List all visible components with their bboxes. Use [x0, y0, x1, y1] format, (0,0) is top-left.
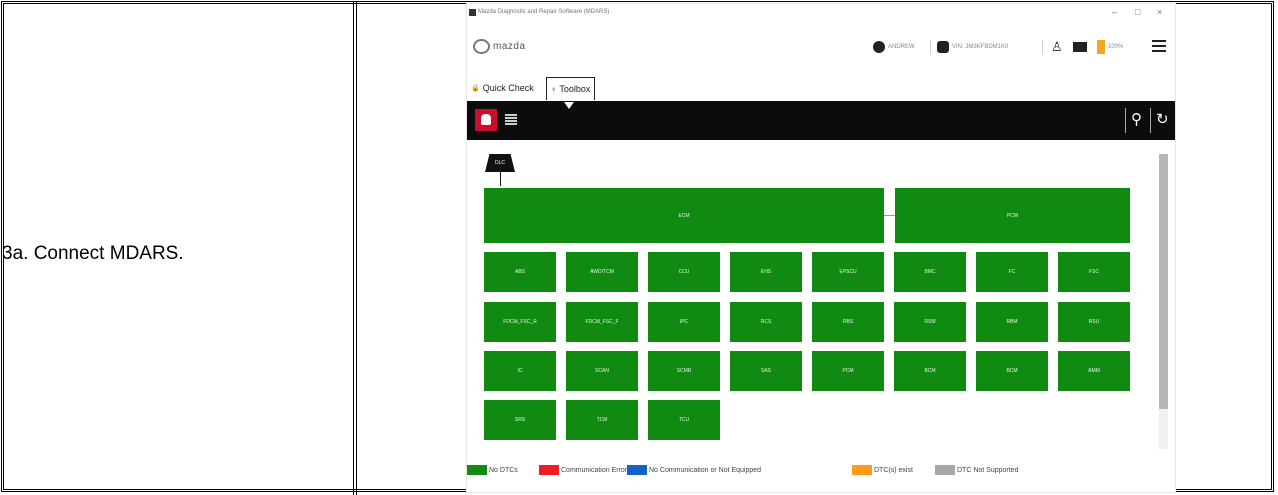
window-titlebar: Mazda Diagnostic and Repair Software (MD…: [467, 4, 1175, 26]
module-box[interactable]: FC: [976, 252, 1048, 292]
toolbar-separator: [1150, 108, 1151, 133]
module-box[interactable]: CCU: [648, 252, 720, 292]
legend-label: DTC Not Supported: [957, 466, 1019, 474]
header-separator: [1042, 40, 1043, 54]
refresh-icon[interactable]: ↻: [1156, 110, 1169, 128]
module-box[interactable]: FSC: [1058, 252, 1130, 292]
user-text: ANDREW: [888, 44, 915, 50]
app-header: mazda ANDREW VIN: JM3KFBDM1K0 ♙ 100%: [467, 26, 1175, 66]
step-instruction: 3a. Connect MDARS.: [2, 243, 184, 264]
tab-label: Quick Check: [482, 83, 534, 93]
tab-quick-check[interactable]: 🔒 Quick Check: [467, 77, 538, 99]
minimize-button[interactable]: –: [1112, 7, 1117, 17]
module-box[interactable]: AMM: [1058, 351, 1130, 391]
module-box[interactable]: AWD/TCM: [566, 252, 638, 292]
module-box[interactable]: FDCM_FSC_F: [566, 302, 638, 342]
module-link: [884, 215, 895, 216]
lock-icon: 🔒: [471, 85, 480, 92]
module-box[interactable]: TCU: [648, 400, 720, 440]
module-box[interactable]: IC: [484, 351, 556, 391]
maximize-button[interactable]: □: [1135, 7, 1140, 17]
header-separator: [930, 40, 931, 54]
module-box[interactable]: BMC: [894, 252, 966, 292]
legend-swatch: [852, 465, 872, 475]
person-icon: ⍤: [551, 83, 557, 94]
module-box[interactable]: EHS: [730, 252, 802, 292]
module-network-diagram: DLC ECM PCM ABS AWD/TCM CCU EHS EPSCU BMC FC FSC F…: [467, 140, 1175, 449]
module-box[interactable]: EPSCU: [812, 252, 884, 292]
instruction-table: 3a. Connect MDARS. Mazda Diagnostic and …: [0, 0, 1278, 495]
legend-swatch: [627, 465, 647, 475]
network-view-button[interactable]: [475, 109, 497, 131]
dlc-link: [500, 172, 501, 186]
status-legend: No DTCs Communication Error No Communicati…: [467, 457, 1175, 487]
tab-label: Toolbox: [559, 84, 591, 94]
legend-swatch: [539, 465, 559, 475]
vehicle-info[interactable]: VIN: JM3KFBDM1K0: [937, 40, 1008, 54]
user-info[interactable]: ANDREW: [873, 40, 915, 54]
toolbar-separator: [1125, 108, 1126, 133]
module-box[interactable]: ABS: [484, 252, 556, 292]
user-icon: [873, 41, 885, 53]
module-box[interactable]: IPC: [648, 302, 720, 342]
module-box[interactable]: BCM: [894, 351, 966, 391]
legend-label: No Communication or Not Equipped: [649, 466, 762, 474]
module-box[interactable]: SCMR: [648, 351, 720, 391]
tab-bar: 🔒 Quick Check ⍤ Toolbox: [467, 74, 1175, 104]
module-box[interactable]: RCS: [730, 302, 802, 342]
module-box[interactable]: RSM: [894, 302, 966, 342]
vci-icon[interactable]: [1073, 42, 1087, 52]
app-icon: [469, 9, 476, 16]
module-box[interactable]: TCM: [566, 400, 638, 440]
battery-icon: [1097, 40, 1105, 54]
module-box[interactable]: RBM: [976, 302, 1048, 342]
legend-item: No DTCs: [467, 465, 518, 475]
scrollbar-thumb[interactable]: [1159, 154, 1168, 409]
legend-item: Communication Error: [539, 465, 627, 475]
dlc-connector: DLC: [485, 154, 515, 172]
module-box[interactable]: SCAN: [566, 351, 638, 391]
module-box[interactable]: FDCM_FSC_R: [484, 302, 556, 342]
battery-text: 100%: [1108, 44, 1124, 50]
legend-label: Communication Error: [561, 466, 628, 474]
car-icon: [937, 41, 949, 53]
module-box[interactable]: PCM: [812, 351, 884, 391]
module-box[interactable]: BCM: [976, 351, 1048, 391]
battery-info: 100%: [1097, 40, 1123, 54]
wrench-icon[interactable]: ⚲: [1131, 110, 1142, 128]
legend-swatch: [467, 465, 487, 475]
legend-item: DTC Not Supported: [935, 465, 1018, 475]
legend-label: No DTCs: [489, 466, 518, 474]
mdars-screenshot: Mazda Diagnostic and Repair Software (MD…: [467, 4, 1175, 492]
brand-name: mazda: [493, 41, 526, 52]
legend-item: No Communication or Not Equipped: [627, 465, 761, 475]
menu-icon[interactable]: [1152, 40, 1166, 52]
module-box[interactable]: SRS: [484, 400, 556, 440]
technician-icon[interactable]: ♙: [1051, 39, 1063, 54]
legend-swatch: [935, 465, 955, 475]
legend-label: DTC(s) exist: [874, 466, 913, 474]
mazda-logo-icon: [473, 39, 490, 54]
module-box[interactable]: PCM: [895, 188, 1130, 243]
table-view-icon[interactable]: [505, 114, 517, 125]
brand-logo: mazda: [473, 39, 569, 57]
tab-toolbox[interactable]: ⍤ Toolbox: [546, 77, 596, 100]
vin-text: VIN: JM3KFBDM1K0: [952, 44, 1009, 50]
column-divider: [353, 1, 357, 495]
module-box[interactable]: RBS: [812, 302, 884, 342]
legend-item: DTC(s) exist: [852, 465, 913, 475]
close-button[interactable]: ×: [1157, 7, 1162, 17]
window-title: Mazda Diagnostic and Repair Software (MD…: [478, 9, 610, 15]
tab-pointer: [564, 102, 574, 109]
module-box[interactable]: RSU: [1058, 302, 1130, 342]
module-box[interactable]: SAS: [730, 351, 802, 391]
module-box[interactable]: ECM: [484, 188, 884, 243]
